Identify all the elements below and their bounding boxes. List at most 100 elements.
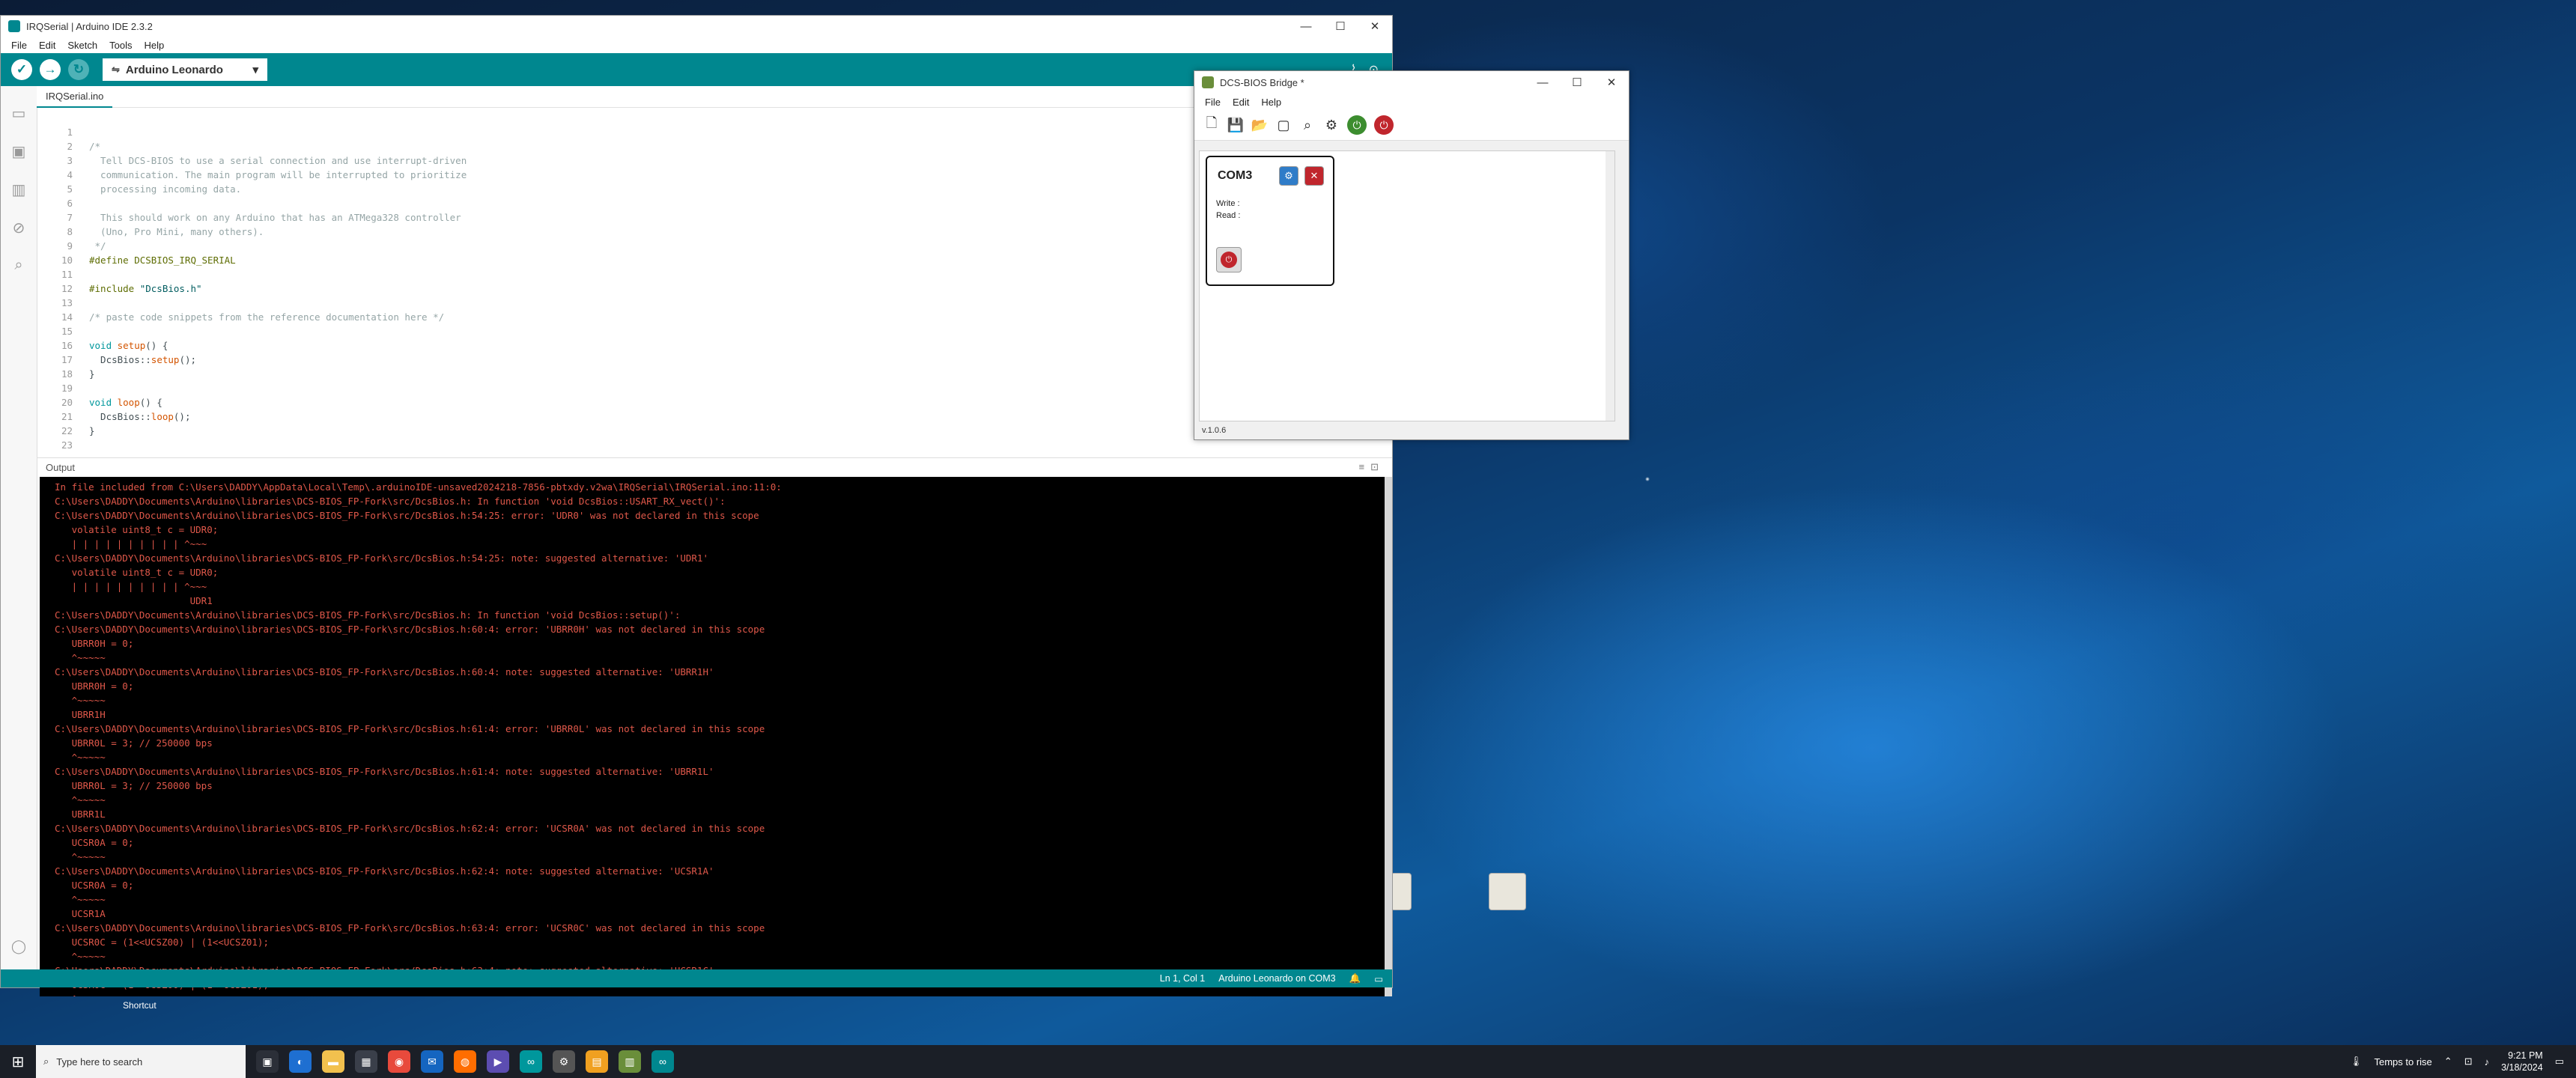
taskbar-search[interactable]: ⌕ Type here to search — [36, 1045, 246, 1078]
board-selector[interactable]: ⇋ Arduino Leonardo ▾ — [103, 58, 267, 81]
bell-icon[interactable]: 🔔 — [1349, 973, 1361, 984]
chrome-icon[interactable]: ◉ — [388, 1050, 410, 1073]
code-line: ​ — [89, 324, 467, 338]
debug-icon[interactable]: ⊘ — [13, 219, 25, 237]
maximize-button[interactable]: ☐ — [1323, 16, 1358, 37]
console-line: C:\Users\DADDY\Documents\Arduino\librari… — [55, 723, 765, 734]
verify-button[interactable]: ✓ — [11, 59, 32, 80]
line-number: 19 — [61, 383, 73, 394]
desktop-partial-icon[interactable] — [1390, 873, 1412, 915]
line-number: 13 — [61, 297, 73, 308]
weather-icon[interactable]: 🌡 — [2350, 1056, 2363, 1068]
menu-help[interactable]: Help — [1255, 97, 1287, 108]
clear-output-icon[interactable]: ≡ — [1359, 461, 1371, 472]
start-button[interactable]: ⊞ — [0, 1045, 36, 1078]
file-explorer-icon[interactable]: ▬ — [322, 1050, 344, 1073]
library-manager-icon[interactable]: ▥ — [12, 180, 26, 199]
save-icon[interactable]: 💾 — [1227, 117, 1244, 133]
desktop-file-icon[interactable] — [1480, 873, 1535, 915]
settings-icon[interactable]: ⚙ — [553, 1050, 575, 1073]
task-view-icon[interactable]: ▣ — [256, 1050, 279, 1073]
close-icon: ✕ — [1310, 170, 1319, 181]
debug-button[interactable]: ↻ — [68, 59, 89, 80]
chevron-down-icon: ▾ — [252, 64, 258, 76]
console-line: UBRR0H = 0; — [55, 638, 134, 649]
edge-icon[interactable]: ◐ — [289, 1050, 312, 1073]
arduino-app-icon — [8, 20, 20, 32]
search-icon[interactable]: ⌕ — [14, 257, 22, 274]
new-file-icon[interactable]: 🗋 — [1203, 115, 1220, 133]
line-number: 23 — [61, 439, 73, 451]
outlook-icon[interactable]: ✉ — [421, 1050, 443, 1073]
output-console[interactable]: In file included from C:\Users\DADDY\App… — [40, 477, 1385, 996]
output-scrollbar[interactable] — [1385, 477, 1392, 996]
console-line: ^~~~~~ — [55, 951, 106, 962]
search-icon[interactable]: ⌕ — [1299, 117, 1316, 133]
firefox-icon[interactable]: ◍ — [454, 1050, 476, 1073]
minimize-button[interactable]: — — [1525, 72, 1560, 93]
menu-file[interactable]: File — [1199, 97, 1227, 108]
boards-manager-icon[interactable]: ▣ — [12, 142, 26, 161]
console-line: C:\Users\DADDY\Documents\Arduino\librari… — [55, 865, 714, 877]
sketchbook-icon[interactable]: ▭ — [12, 104, 26, 123]
code-line: ​ — [89, 196, 467, 210]
console-line: UDR1 — [55, 595, 213, 606]
weather-text[interactable]: Temps to rise — [2374, 1056, 2431, 1068]
menu-sketch[interactable]: Sketch — [61, 40, 103, 51]
app-icon[interactable]: ▶ — [487, 1050, 509, 1073]
code-line: } — [89, 368, 95, 380]
arduino-icon[interactable]: ∞ — [520, 1050, 542, 1073]
menu-edit[interactable]: Edit — [33, 40, 61, 51]
arduino-ide-taskbar-icon[interactable]: ∞ — [651, 1050, 674, 1073]
usb-icon: ⇋ — [112, 64, 120, 75]
tab-irqserial[interactable]: IRQSerial.ino — [37, 86, 113, 108]
gear-icon[interactable]: ⚙ — [1323, 117, 1340, 133]
clock-time: 9:21 PM — [2508, 1050, 2543, 1061]
profile-icon[interactable]: ◯ — [11, 939, 26, 954]
console-line: UBRR0L = 3; // 250000 bps — [55, 780, 213, 791]
menu-help[interactable]: Help — [138, 40, 170, 51]
close-button[interactable]: ✕ — [1358, 16, 1392, 37]
dcs-bios-taskbar-icon[interactable]: ▥ — [619, 1050, 641, 1073]
ide-statusbar: Ln 1, Col 1 Arduino Leonardo on COM3 🔔 ▭ — [1, 969, 1392, 987]
line-number: 5 — [67, 183, 73, 195]
open-folder-icon[interactable]: 📂 — [1251, 117, 1268, 133]
maximize-button[interactable]: ☐ — [1560, 72, 1594, 93]
line-number: 4 — [67, 169, 73, 180]
panel-toggle-icon[interactable]: ▭ — [1374, 973, 1383, 984]
code-editor[interactable]: 1 2 3 4 5 6 7 8 9 10 11 12 13 14 15 16 1… — [37, 109, 1392, 451]
stop-all-icon[interactable]: ⏻ — [1374, 115, 1394, 135]
file-icon — [1489, 873, 1526, 910]
com-port-name: COM3 — [1218, 169, 1253, 182]
upload-button[interactable]: → — [40, 59, 61, 80]
close-button[interactable]: ✕ — [1594, 72, 1629, 93]
port-power-button[interactable]: ⏻ — [1216, 247, 1242, 272]
minimize-button[interactable]: — — [1289, 16, 1323, 37]
volume-icon[interactable]: ♪ — [2485, 1056, 2490, 1068]
notifications-icon[interactable]: ▭ — [2555, 1056, 2564, 1068]
panel-scrollbar[interactable] — [1606, 151, 1614, 421]
output-label: Output — [46, 461, 76, 473]
settings-button[interactable]: ⚙ — [1279, 166, 1298, 186]
menu-tools[interactable]: Tools — [103, 40, 138, 51]
console-line: C:\Users\DADDY\Documents\Arduino\librari… — [55, 510, 759, 521]
menu-edit[interactable]: Edit — [1227, 97, 1255, 108]
clock[interactable]: 9:21 PM 3/18/2024 — [2501, 1050, 2543, 1074]
menu-file[interactable]: File — [5, 40, 33, 51]
line-number: 9 — [67, 240, 73, 252]
lock-output-icon[interactable]: ⊡ — [1370, 461, 1385, 472]
remove-button[interactable]: ✕ — [1304, 166, 1324, 186]
network-icon[interactable]: ⊡ — [2464, 1056, 2473, 1068]
start-all-icon[interactable]: ⏻ — [1347, 115, 1367, 135]
chevron-up-icon[interactable]: ⌃ — [2444, 1056, 2452, 1068]
app-icon[interactable]: ▤ — [586, 1050, 608, 1073]
store-icon[interactable]: ▦ — [355, 1050, 377, 1073]
check-icon: ✓ — [16, 62, 28, 76]
code-line: } — [89, 425, 95, 436]
blank-icon[interactable]: ▢ — [1275, 117, 1292, 133]
board-name: Arduino Leonardo — [125, 63, 223, 76]
line-number: 1 — [67, 127, 73, 138]
console-line: ^~~~~~ — [55, 695, 106, 706]
line-number: 17 — [61, 354, 73, 365]
line-number: 6 — [67, 198, 73, 209]
